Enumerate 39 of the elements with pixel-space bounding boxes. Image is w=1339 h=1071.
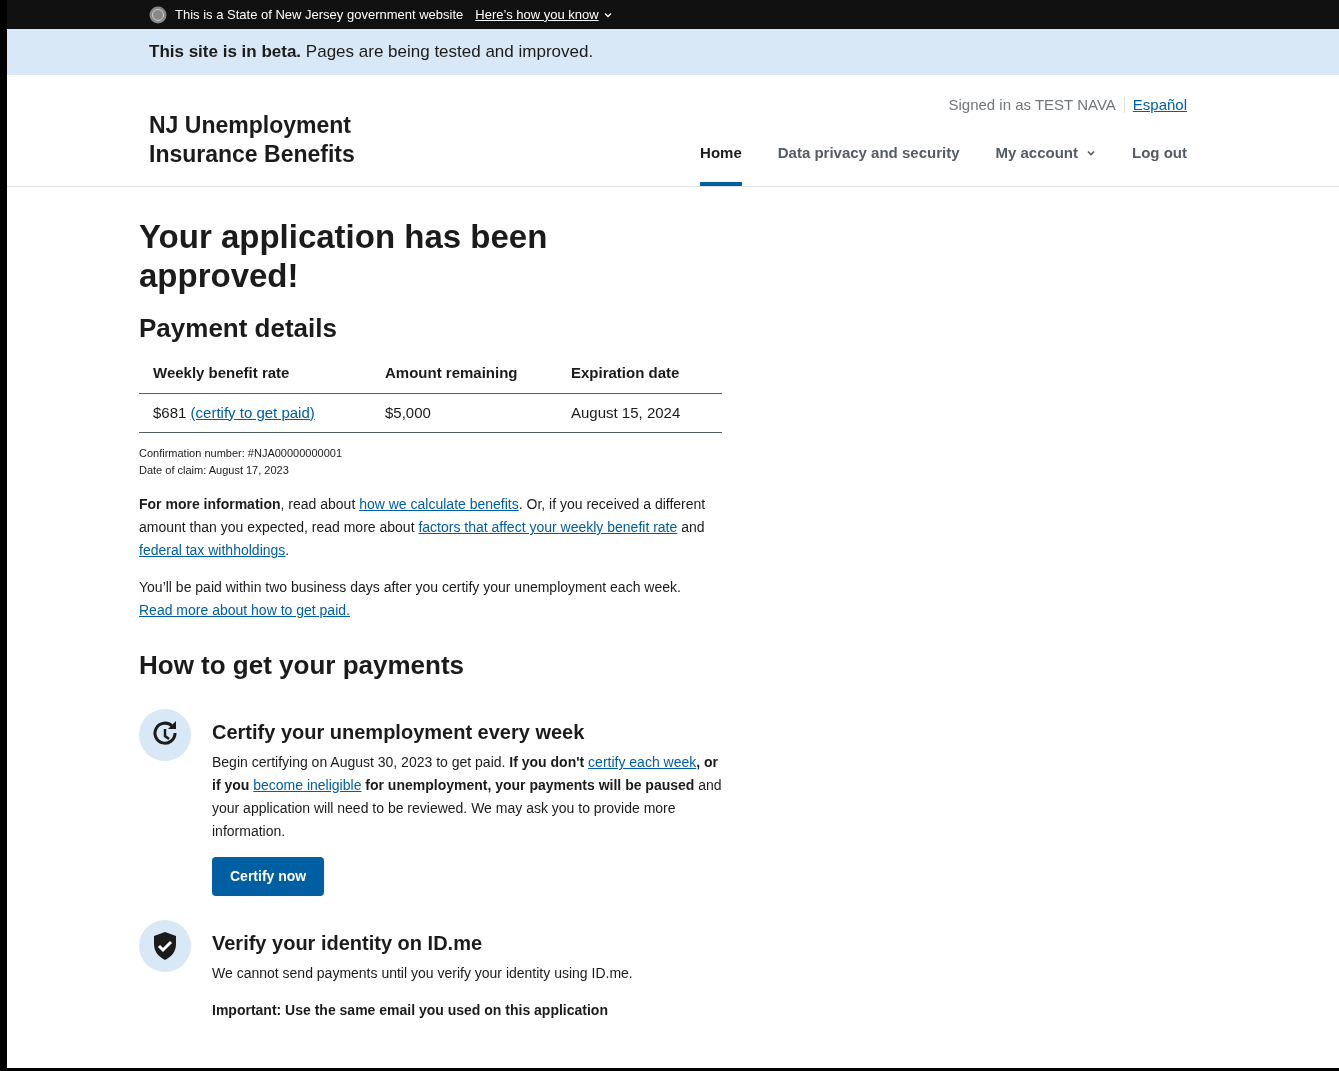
site-title: NJ Unemployment bbox=[149, 111, 352, 140]
step-description: Begin certifying on August 30, 2023 to get paid. If you don't certify each week, or if you become ineligible for unemployment, your payments will be paused and your application will need to be reviewed. We may ask you to provide more information. bbox=[212, 753, 723, 841]
nav-link[interactable]: Data privacy and security bbox=[777, 141, 960, 186]
table-cell: August 15, 2024 bbox=[571, 393, 722, 433]
info-paragraph: You’ll be paid within two business days after you certify your unemployment each week. Read more about how to get paid. bbox=[139, 578, 682, 620]
signed-in-text: Signed in as TEST NAVA bbox=[948, 95, 1116, 115]
step-description: Important: Use the same email you used on this application bbox=[212, 1001, 609, 1020]
claim-note: Date of claim: August 17, 2023 bbox=[139, 463, 290, 478]
text-link[interactable]: factors that affect your weekly benefit rate bbox=[418, 519, 678, 535]
table-cell: $5,000 bbox=[385, 393, 571, 433]
page-heading: Your application has been approved! bbox=[139, 217, 549, 295]
site-title: Insurance Benefits bbox=[149, 140, 355, 169]
section-heading: Payment details bbox=[139, 312, 338, 345]
text-link[interactable]: become ineligible bbox=[253, 777, 362, 793]
language-link[interactable]: Español bbox=[1132, 94, 1187, 117]
certify-link[interactable]: (certify to get paid) bbox=[190, 403, 315, 421]
state-seal-icon bbox=[149, 5, 167, 24]
column-header: Amount remaining bbox=[385, 354, 571, 393]
text-link[interactable]: certify each week bbox=[588, 754, 697, 770]
step-heading: Verify your identity on ID.me bbox=[212, 931, 484, 956]
info-paragraph: For more information, read about how we calculate benefits. Or, if you received a different amount than you expected, read more about factors that affect your weekly benefit rate and federal tax withholdings. bbox=[139, 495, 707, 560]
column-header: Expiration date bbox=[571, 354, 722, 393]
step-description: We cannot send payments until you verify your identity using ID.me. bbox=[212, 964, 634, 983]
column-header: Weekly benefit rate bbox=[139, 354, 385, 393]
nav-link[interactable]: Home bbox=[700, 141, 742, 186]
table-cell: $681 (certify to get paid) bbox=[139, 393, 385, 433]
text-link[interactable]: how we calculate benefits bbox=[359, 496, 519, 512]
step-heading: Certify your unemployment every week bbox=[212, 720, 586, 745]
shield-check-icon bbox=[139, 920, 191, 972]
gov-banner-text: This is a State of New Jersey government website bbox=[175, 5, 464, 24]
beta-message: This site is in beta. Pages are being tested and improved. bbox=[149, 41, 594, 64]
claim-note: Confirmation number: #NJA00000000001 bbox=[139, 446, 344, 461]
clock-refresh-icon bbox=[139, 709, 191, 761]
nav-link[interactable]: Log out bbox=[1132, 141, 1187, 186]
how-you-know-link[interactable]: Here’s how you know bbox=[475, 4, 613, 25]
certify-now-button[interactable]: Certify now bbox=[212, 857, 325, 896]
nav-link[interactable]: My account bbox=[995, 141, 1096, 186]
text-link[interactable]: Read more about how to get paid. bbox=[139, 602, 350, 618]
section-heading: How to get your payments bbox=[139, 649, 466, 682]
